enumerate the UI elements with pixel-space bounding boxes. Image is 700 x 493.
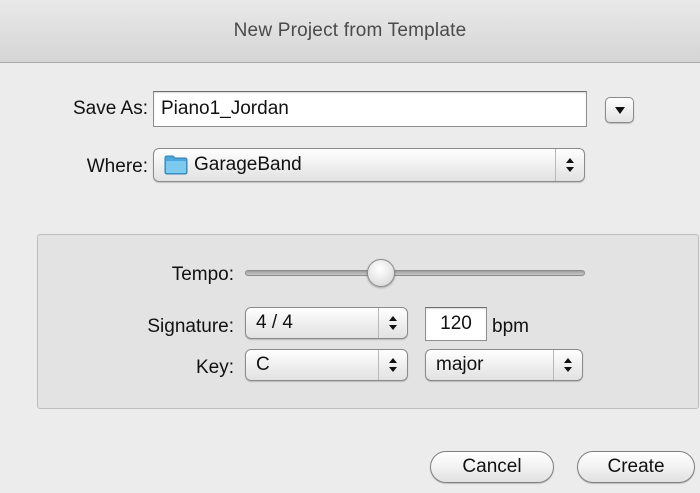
create-button[interactable]: Create: [577, 451, 695, 483]
tempo-slider-track[interactable]: [245, 270, 585, 276]
updown-arrows-icon: [378, 350, 407, 380]
where-value: GarageBand: [194, 154, 302, 175]
dialog-title: New Project from Template: [233, 20, 467, 41]
tempo-slider-knob[interactable]: [367, 259, 395, 287]
updown-arrows-icon: [553, 350, 582, 380]
chevron-down-icon: [614, 106, 625, 114]
key-label: Key:: [195, 357, 234, 378]
bpm-value: 120: [440, 313, 472, 334]
bpm-unit-label: bpm: [492, 316, 529, 337]
signature-label: Signature:: [147, 316, 234, 337]
folder-icon: [164, 155, 188, 175]
signature-value: 4 / 4: [256, 312, 293, 333]
signature-popup[interactable]: 4 / 4: [245, 307, 408, 339]
expand-dialog-button[interactable]: [605, 97, 634, 123]
cancel-button[interactable]: Cancel: [430, 451, 554, 483]
save-as-label: Save As:: [73, 98, 148, 119]
key-mode-value: major: [436, 354, 484, 375]
updown-arrows-icon: [555, 149, 584, 181]
key-note-popup[interactable]: C: [245, 349, 408, 381]
title-bar: New Project from Template: [0, 0, 700, 63]
key-mode-popup[interactable]: major: [425, 349, 583, 381]
where-popup[interactable]: GarageBand: [153, 148, 585, 182]
updown-arrows-icon: [378, 308, 407, 338]
tempo-bpm-field[interactable]: 120: [425, 307, 487, 341]
save-as-field[interactable]: Piano1_Jordan: [153, 91, 587, 127]
where-label: Where:: [86, 156, 148, 177]
save-as-value: Piano1_Jordan: [161, 98, 289, 119]
tempo-label: Tempo:: [171, 264, 234, 285]
key-note-value: C: [256, 354, 270, 375]
